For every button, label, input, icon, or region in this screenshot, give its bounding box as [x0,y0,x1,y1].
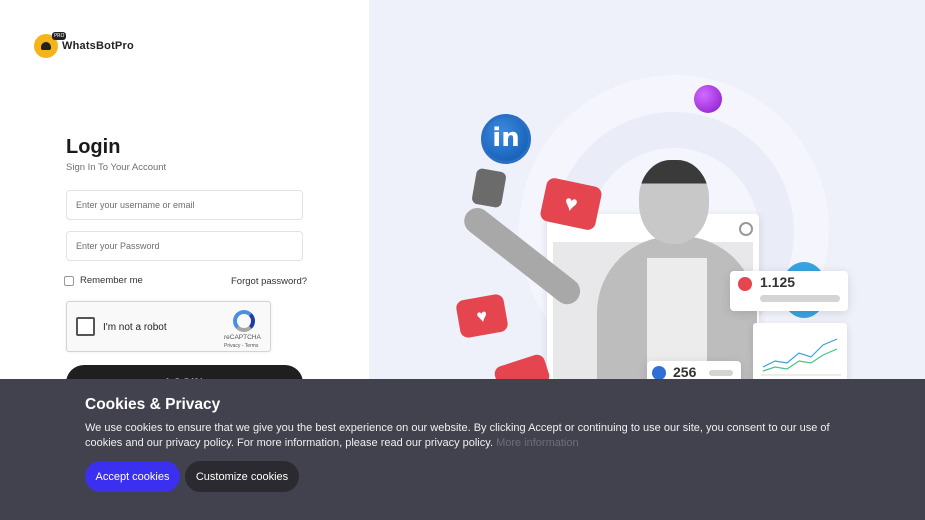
page-title: Login [66,136,121,158]
linkedin-icon: in [481,114,531,164]
heart-icon [738,277,752,291]
likes-count: 1.125 [760,274,796,290]
pro-badge: PRO [52,32,67,40]
brand-logo[interactable]: PRO WhatsBotPro [34,32,134,58]
cookie-text: We use cookies to ensure that we give yo… [85,421,855,451]
remember-label: Remember me [80,275,143,286]
remember-me[interactable]: Remember me [64,275,143,286]
accept-cookies-button[interactable]: Accept cookies [85,461,180,492]
page-subtitle: Sign In To Your Account [66,162,167,173]
analytics-graph-card [753,323,847,387]
line-graph-icon [761,338,841,376]
robot-logo-icon: PRO [34,32,67,58]
forgot-password-link[interactable]: Forgot password? [231,276,307,287]
more-information-link[interactable]: More information [496,437,579,449]
recaptcha-brand: reCAPTCHA [224,334,261,341]
cookie-title: Cookies & Privacy [85,396,221,413]
recaptcha-icon [233,310,255,332]
brand-name: WhatsBotPro [62,40,134,52]
likes-stat-card: 1.125 [730,271,848,311]
recaptcha-widget: I'm not a robot reCAPTCHA Privacy - Term… [66,301,271,352]
thumbs-up-icon [652,366,666,380]
password-input[interactable] [66,231,303,261]
customize-cookies-button[interactable]: Customize cookies [185,461,299,492]
placeholder-bar [760,295,840,302]
purple-orb-icon [694,85,722,113]
placeholder-bar [709,370,733,376]
cookie-body: We use cookies to ensure that we give yo… [85,422,830,449]
heart-bubble-icon: ♥ [455,293,509,339]
frame-button-icon [739,222,753,236]
cookie-banner: Cookies & Privacy We use cookies to ensu… [0,379,925,520]
remember-checkbox[interactable] [64,275,74,286]
person-head [639,160,709,244]
thumbs-count: 256 [673,364,697,380]
phone-icon [471,167,507,209]
recaptcha-links[interactable]: Privacy - Terms [224,343,258,349]
recaptcha-label: I'm not a robot [103,322,167,333]
username-input[interactable] [66,190,303,220]
recaptcha-checkbox[interactable] [76,317,95,336]
